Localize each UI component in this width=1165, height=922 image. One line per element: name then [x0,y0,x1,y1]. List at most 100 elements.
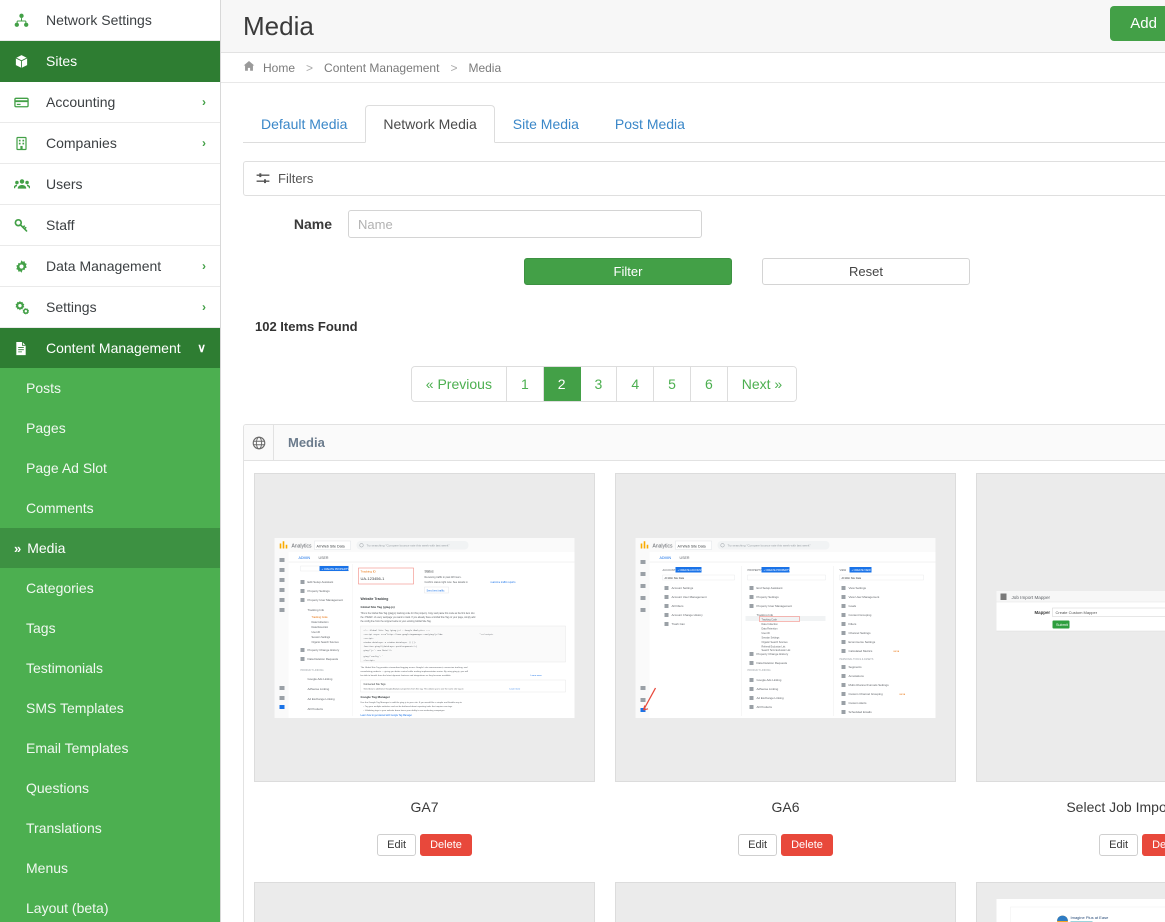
svg-text:Connected Site Tags: Connected Site Tags [364,683,387,686]
sidebar-item-accounting[interactable]: Accounting › [0,82,220,123]
filter-button[interactable]: Filter [524,258,732,285]
sidebar-subitem-media[interactable]: » Media [0,528,220,568]
sidebar-item-label: Content Management [46,340,181,356]
sitemap-icon [14,13,36,28]
svg-text:AdSense Linking: AdSense Linking [757,687,779,691]
media-card[interactable]: Imagine Plus at Ease JOBS & CO Contact [966,870,1165,922]
svg-text:+ CREATE PROPERTY: + CREATE PROPERTY [764,569,791,572]
sidebar-subitem-questions[interactable]: Questions [0,768,220,808]
sidebar-subitem-sms-templates[interactable]: SMS Templates [0,688,220,728]
media-card[interactable] [244,870,605,922]
svg-text:PERSONAL TOOLS & ASSETS: PERSONAL TOOLS & ASSETS [840,658,874,661]
sidebar-item-sites[interactable]: Sites [0,41,220,82]
sidebar-subitem-testimonials[interactable]: Testimonials [0,648,220,688]
svg-text:View User Management: View User Management [849,595,880,599]
sidebar-subitem-label: Tags [26,620,56,636]
svg-text:be able to benefit from the la: be able to benefit from the latest dynam… [361,674,452,677]
sidebar-subitem-layout-beta[interactable]: Layout (beta) [0,888,220,922]
sidebar-subitem-menus[interactable]: Menus [0,848,220,888]
pagination-previous[interactable]: « Previous [411,367,507,401]
edit-button[interactable]: Edit [377,834,417,856]
sidebar-subitem-pages[interactable]: Pages [0,408,220,448]
media-thumbnail-job-import-mapper[interactable]: Job Import Mapper Mapper Create Custom M… [976,473,1165,782]
pagination-page-5[interactable]: 5 [654,367,691,401]
svg-text:Global Site Tag (gtag.js): Global Site Tag (gtag.js) [361,605,395,609]
filters-toggle[interactable]: Filters [244,162,1165,195]
edit-button[interactable]: Edit [1099,834,1139,856]
sidebar-item-companies[interactable]: Companies › [0,123,220,164]
sidebar-item-settings[interactable]: Settings › [0,287,220,328]
sidebar-subitem-email-templates[interactable]: Email Templates [0,728,220,768]
svg-text:Property Change History: Property Change History [757,652,789,656]
sidebar-subitem-label: Page Ad Slot [26,460,107,476]
svg-text:Organic Search Sources: Organic Search Sources [312,641,340,644]
reset-button[interactable]: Reset [762,258,970,285]
pagination-page-2[interactable]: 2 [543,367,581,401]
svg-text:Custom Alerts: Custom Alerts [849,701,868,705]
sidebar-item-data-management[interactable]: Data Management › [0,246,220,287]
media-card-title: Select Job Import Mapper [1066,799,1165,815]
edit-button[interactable]: Edit [738,834,778,856]
sidebar-item-network-settings[interactable]: Network Settings [0,0,220,41]
tab-site-media[interactable]: Site Media [495,105,597,143]
media-thumbnail-logo-doc[interactable]: Imagine Plus at Ease JOBS & CO Contact [976,882,1165,922]
svg-text:Data Deletion Requests: Data Deletion Requests [308,657,339,661]
pagination-page-3[interactable]: 3 [580,367,618,401]
sidebar-subitem-translations[interactable]: Translations [0,808,220,848]
svg-text:Learn how to get started with: Learn how to get started with Google Tag… [361,714,413,717]
media-thumbnail-blank[interactable] [254,882,595,922]
svg-text:Tracking ID: Tracking ID [361,569,377,573]
svg-text:ADMIN: ADMIN [299,556,311,560]
add-button[interactable]: Add [1110,6,1165,41]
breadcrumb-separator: > [306,60,314,75]
sidebar-subitem-page-ad-slot[interactable]: Page Ad Slot [0,448,220,488]
svg-text:Property Settings: Property Settings [757,595,780,599]
tab-network-media[interactable]: Network Media [365,105,495,143]
svg-text:Session Settings: Session Settings [312,636,331,639]
delete-button[interactable]: Delete [420,834,472,856]
sidebar-item-staff[interactable]: Staff [0,205,220,246]
users-icon [14,177,36,192]
svg-text:Custom Channel Grouping: Custom Channel Grouping [849,692,884,696]
name-input[interactable] [348,210,702,238]
breadcrumb-item-content-management[interactable]: Content Management [324,61,439,75]
svg-text:Create Custom Mapper: Create Custom Mapper [1056,610,1098,615]
tab-default-media[interactable]: Default Media [243,105,365,143]
media-card[interactable]: Job Import Mapper Mapper Create Custom M… [966,461,1165,870]
media-card[interactable] [605,870,966,922]
breadcrumb-item-home[interactable]: Home [263,61,295,75]
filter-actions: Filter Reset [524,258,1165,285]
sidebar-subitem-categories[interactable]: Categories [0,568,220,608]
media-card[interactable]: Analytics All Web Site Data Try searchin… [244,461,605,870]
sidebar-subitem-label: Categories [26,580,94,596]
tab-post-media[interactable]: Post Media [597,105,703,143]
sidebar-subitem-tags[interactable]: Tags [0,608,220,648]
svg-text:+ CREATE PROPERTY: + CREATE PROPERTY [322,567,350,571]
media-thumbnail-ga7[interactable]: Analytics All Web Site Data Try searchin… [254,473,595,782]
pagination-next[interactable]: Next » [727,367,797,401]
sidebar-subitem-label: Translations [26,820,102,836]
pagination-page-1[interactable]: 1 [506,367,544,401]
sidebar-item-content-management[interactable]: Content Management ∨ [0,328,220,368]
svg-text:Property Settings: Property Settings [308,589,331,593]
sidebar-item-label: Sites [46,53,78,69]
pagination-page-4[interactable]: 4 [617,367,655,401]
sidebar-subitem-label: Testimonials [26,660,104,676]
svg-text:Property Change History: Property Change History [308,648,340,652]
sidebar-item-users[interactable]: Users [0,164,220,205]
svg-text:Data Collection: Data Collection [312,621,330,624]
delete-button[interactable]: Delete [1142,834,1165,856]
gear-icon [14,259,36,274]
svg-text:Multi-Channel Funnels Settings: Multi-Channel Funnels Settings [849,683,890,687]
sidebar-subitem-posts[interactable]: Posts [0,368,220,408]
sidebar-subitem-comments[interactable]: Comments [0,488,220,528]
delete-button[interactable]: Delete [781,834,833,856]
svg-text:</script>: </script> [364,659,376,662]
sidebar-item-label: Staff [46,217,75,233]
media-thumbnail-blank[interactable] [615,882,956,922]
media-card[interactable]: Analytics All Web Site Data Try searchin… [605,461,966,870]
pagination-page-6[interactable]: 6 [690,367,728,401]
svg-text:Data Deletion Requests: Data Deletion Requests [757,661,788,665]
media-thumbnail-ga6[interactable]: Analytics All Web Site Data Try searchin… [615,473,956,782]
svg-text:remarketing products — giving: remarketing products — giving you better… [361,670,469,673]
